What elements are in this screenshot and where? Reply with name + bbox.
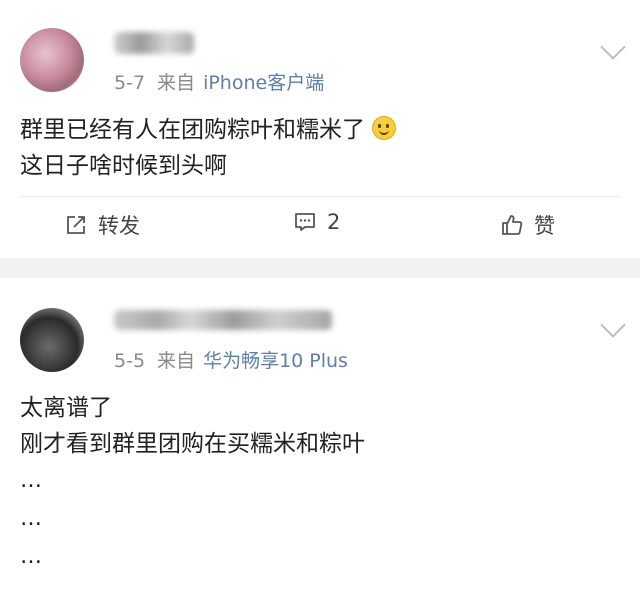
post-separator [0,258,640,278]
chevron-down-icon[interactable] [600,312,626,338]
ellipsis-line: … [20,468,42,493]
post-line: 刚才看到群里团购在买糯米和粽叶 [20,431,365,457]
like-label: 赞 [534,214,555,238]
post-meta: 5-7 来自 iPhone客户端 [114,68,324,95]
post-line: 这日子啥时候到头啊 [20,153,227,179]
username-blurred[interactable] [114,310,332,330]
post-date: 5-5 [114,350,146,372]
post-body: 太离谱了 刚才看到群里团购在买糯米和粽叶 … … … [20,390,365,576]
share-square-icon [67,216,85,234]
weibo-post-2: 5-5 来自 华为畅享10 Plus 太离谱了 刚才看到群里团购在买糯米和粽叶 … … [0,278,640,589]
post-text: 群里已经有人在团购粽叶和糯米了 [20,117,365,143]
repost-button[interactable]: 转发 [64,210,140,240]
avatar[interactable] [20,28,84,92]
ellipsis-line: … [20,544,42,569]
thumbs-up-icon [502,215,523,235]
avatar[interactable] [20,308,84,372]
post-source[interactable]: 华为畅享10 Plus [203,350,348,372]
comment-button[interactable]: 2 [293,210,340,234]
comment-count: 2 [327,210,341,234]
post-source[interactable]: iPhone客户端 [203,72,324,94]
comment-icon [295,213,315,231]
divider [20,196,620,197]
post-meta: 5-5 来自 华为畅享10 Plus [114,346,348,373]
post-date: 5-7 [114,72,146,94]
from-label: 来自 [157,72,196,94]
smile-emoji-icon [372,116,397,140]
weibo-post-1: 5-7 来自 iPhone客户端 群里已经有人在团购粽叶和糯米了 这日子啥时候到头啊… [0,0,640,258]
ellipsis-line: … [20,506,42,531]
post-body: 群里已经有人在团购粽叶和糯米了 这日子啥时候到头啊 [20,112,397,184]
username-blurred[interactable] [114,32,194,54]
post-line: 群里已经有人在团购粽叶和糯米了 [20,112,397,148]
like-button[interactable]: 赞 [500,210,555,240]
repost-label: 转发 [98,214,140,238]
action-bar: 转发 2 赞 [0,210,640,250]
post-line: 太离谱了 [20,395,112,421]
from-label: 来自 [157,350,196,372]
chevron-down-icon[interactable] [600,34,626,60]
